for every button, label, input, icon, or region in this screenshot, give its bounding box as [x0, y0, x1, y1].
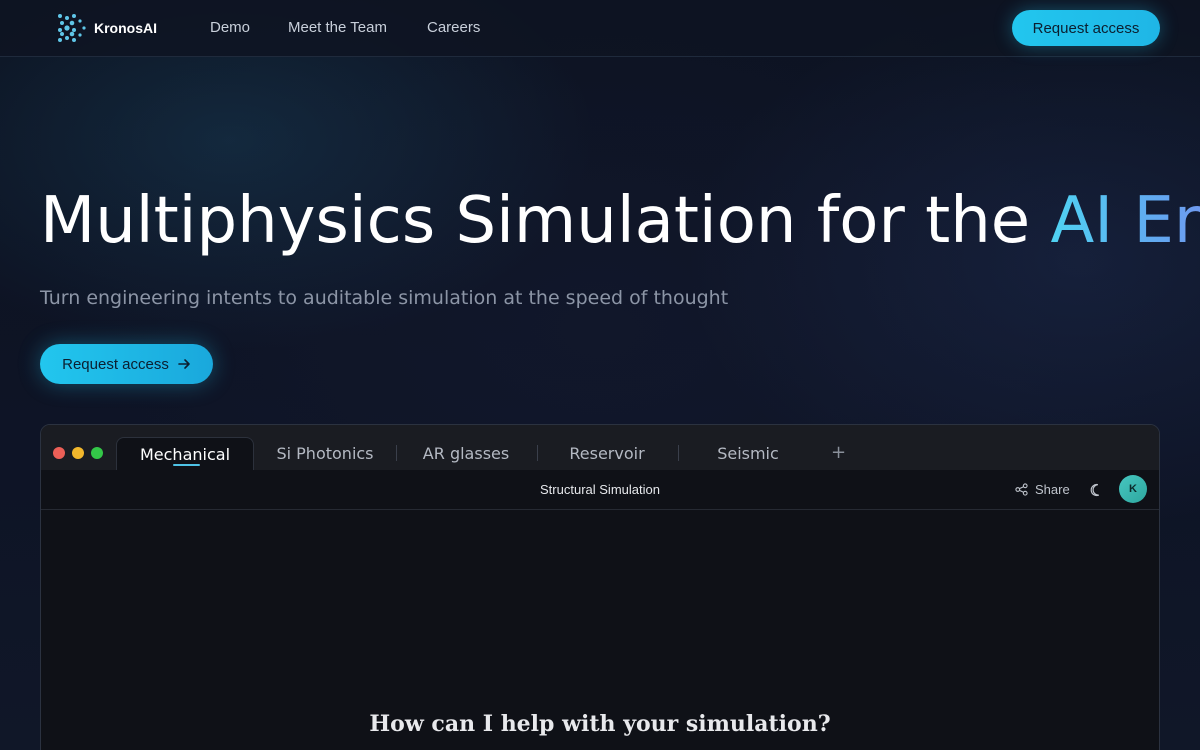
moon-icon[interactable]	[1090, 482, 1106, 498]
tab-label: Seismic	[717, 444, 779, 463]
add-tab-button[interactable]: +	[831, 442, 846, 463]
tab-label: AR glasses	[422, 444, 510, 463]
app-toolbar: Structural Simulation Share K	[41, 470, 1159, 510]
kronos-logo-icon	[58, 14, 86, 42]
hero-request-access-button[interactable]: Request access	[40, 344, 213, 384]
tab-reservoir[interactable]: Reservoir	[538, 437, 676, 470]
tab-label: Reservoir	[569, 444, 645, 463]
tab-mechanical[interactable]: Mechanical	[116, 437, 254, 470]
prompt-heading: How can I help with your simulation?	[369, 711, 831, 737]
tab-bar: Mechanical Si Photonics AR glasses Reser…	[41, 425, 1159, 470]
hero-cta-label: Request access	[62, 355, 169, 373]
share-button[interactable]: Share	[1015, 482, 1070, 497]
toolbar-title: Structural Simulation	[540, 482, 660, 497]
arrow-right-icon	[178, 359, 190, 369]
nav-link-demo[interactable]: Demo	[210, 19, 250, 36]
brand-name: KronosAI	[94, 20, 157, 36]
app-preview-window: Mechanical Si Photonics AR glasses Reser…	[40, 424, 1160, 750]
share-label: Share	[1035, 482, 1070, 497]
top-navbar: KronosAI Demo Meet the Team Careers Requ…	[0, 0, 1200, 57]
tab-si-photonics[interactable]: Si Photonics	[256, 437, 394, 470]
tab-label: Si Photonics	[276, 444, 374, 463]
tab-ar-glasses[interactable]: AR glasses	[397, 437, 535, 470]
tab-label: Mechanical	[139, 444, 231, 464]
brand-logo[interactable]: KronosAI	[56, 12, 157, 44]
window-minimize-dot[interactable]	[72, 447, 84, 459]
nav-link-team[interactable]: Meet the Team	[288, 19, 387, 36]
window-close-dot[interactable]	[53, 447, 65, 459]
hero-title-accent: AI Era	[1050, 184, 1200, 258]
user-avatar[interactable]: K	[1119, 475, 1147, 503]
hero-title: Multiphysics Simulation for the AI Era	[40, 184, 1200, 258]
hero-subtitle: Turn engineering intents to auditable si…	[40, 287, 729, 309]
window-maximize-dot[interactable]	[91, 447, 103, 459]
active-tab-indicator	[173, 464, 200, 466]
hero-title-main: Multiphysics Simulation for the	[40, 184, 1051, 258]
nav-link-careers[interactable]: Careers	[427, 19, 480, 36]
tab-seismic[interactable]: Seismic	[679, 437, 817, 470]
nav-request-access-button[interactable]: Request access	[1012, 10, 1160, 46]
share-icon	[1015, 483, 1028, 496]
